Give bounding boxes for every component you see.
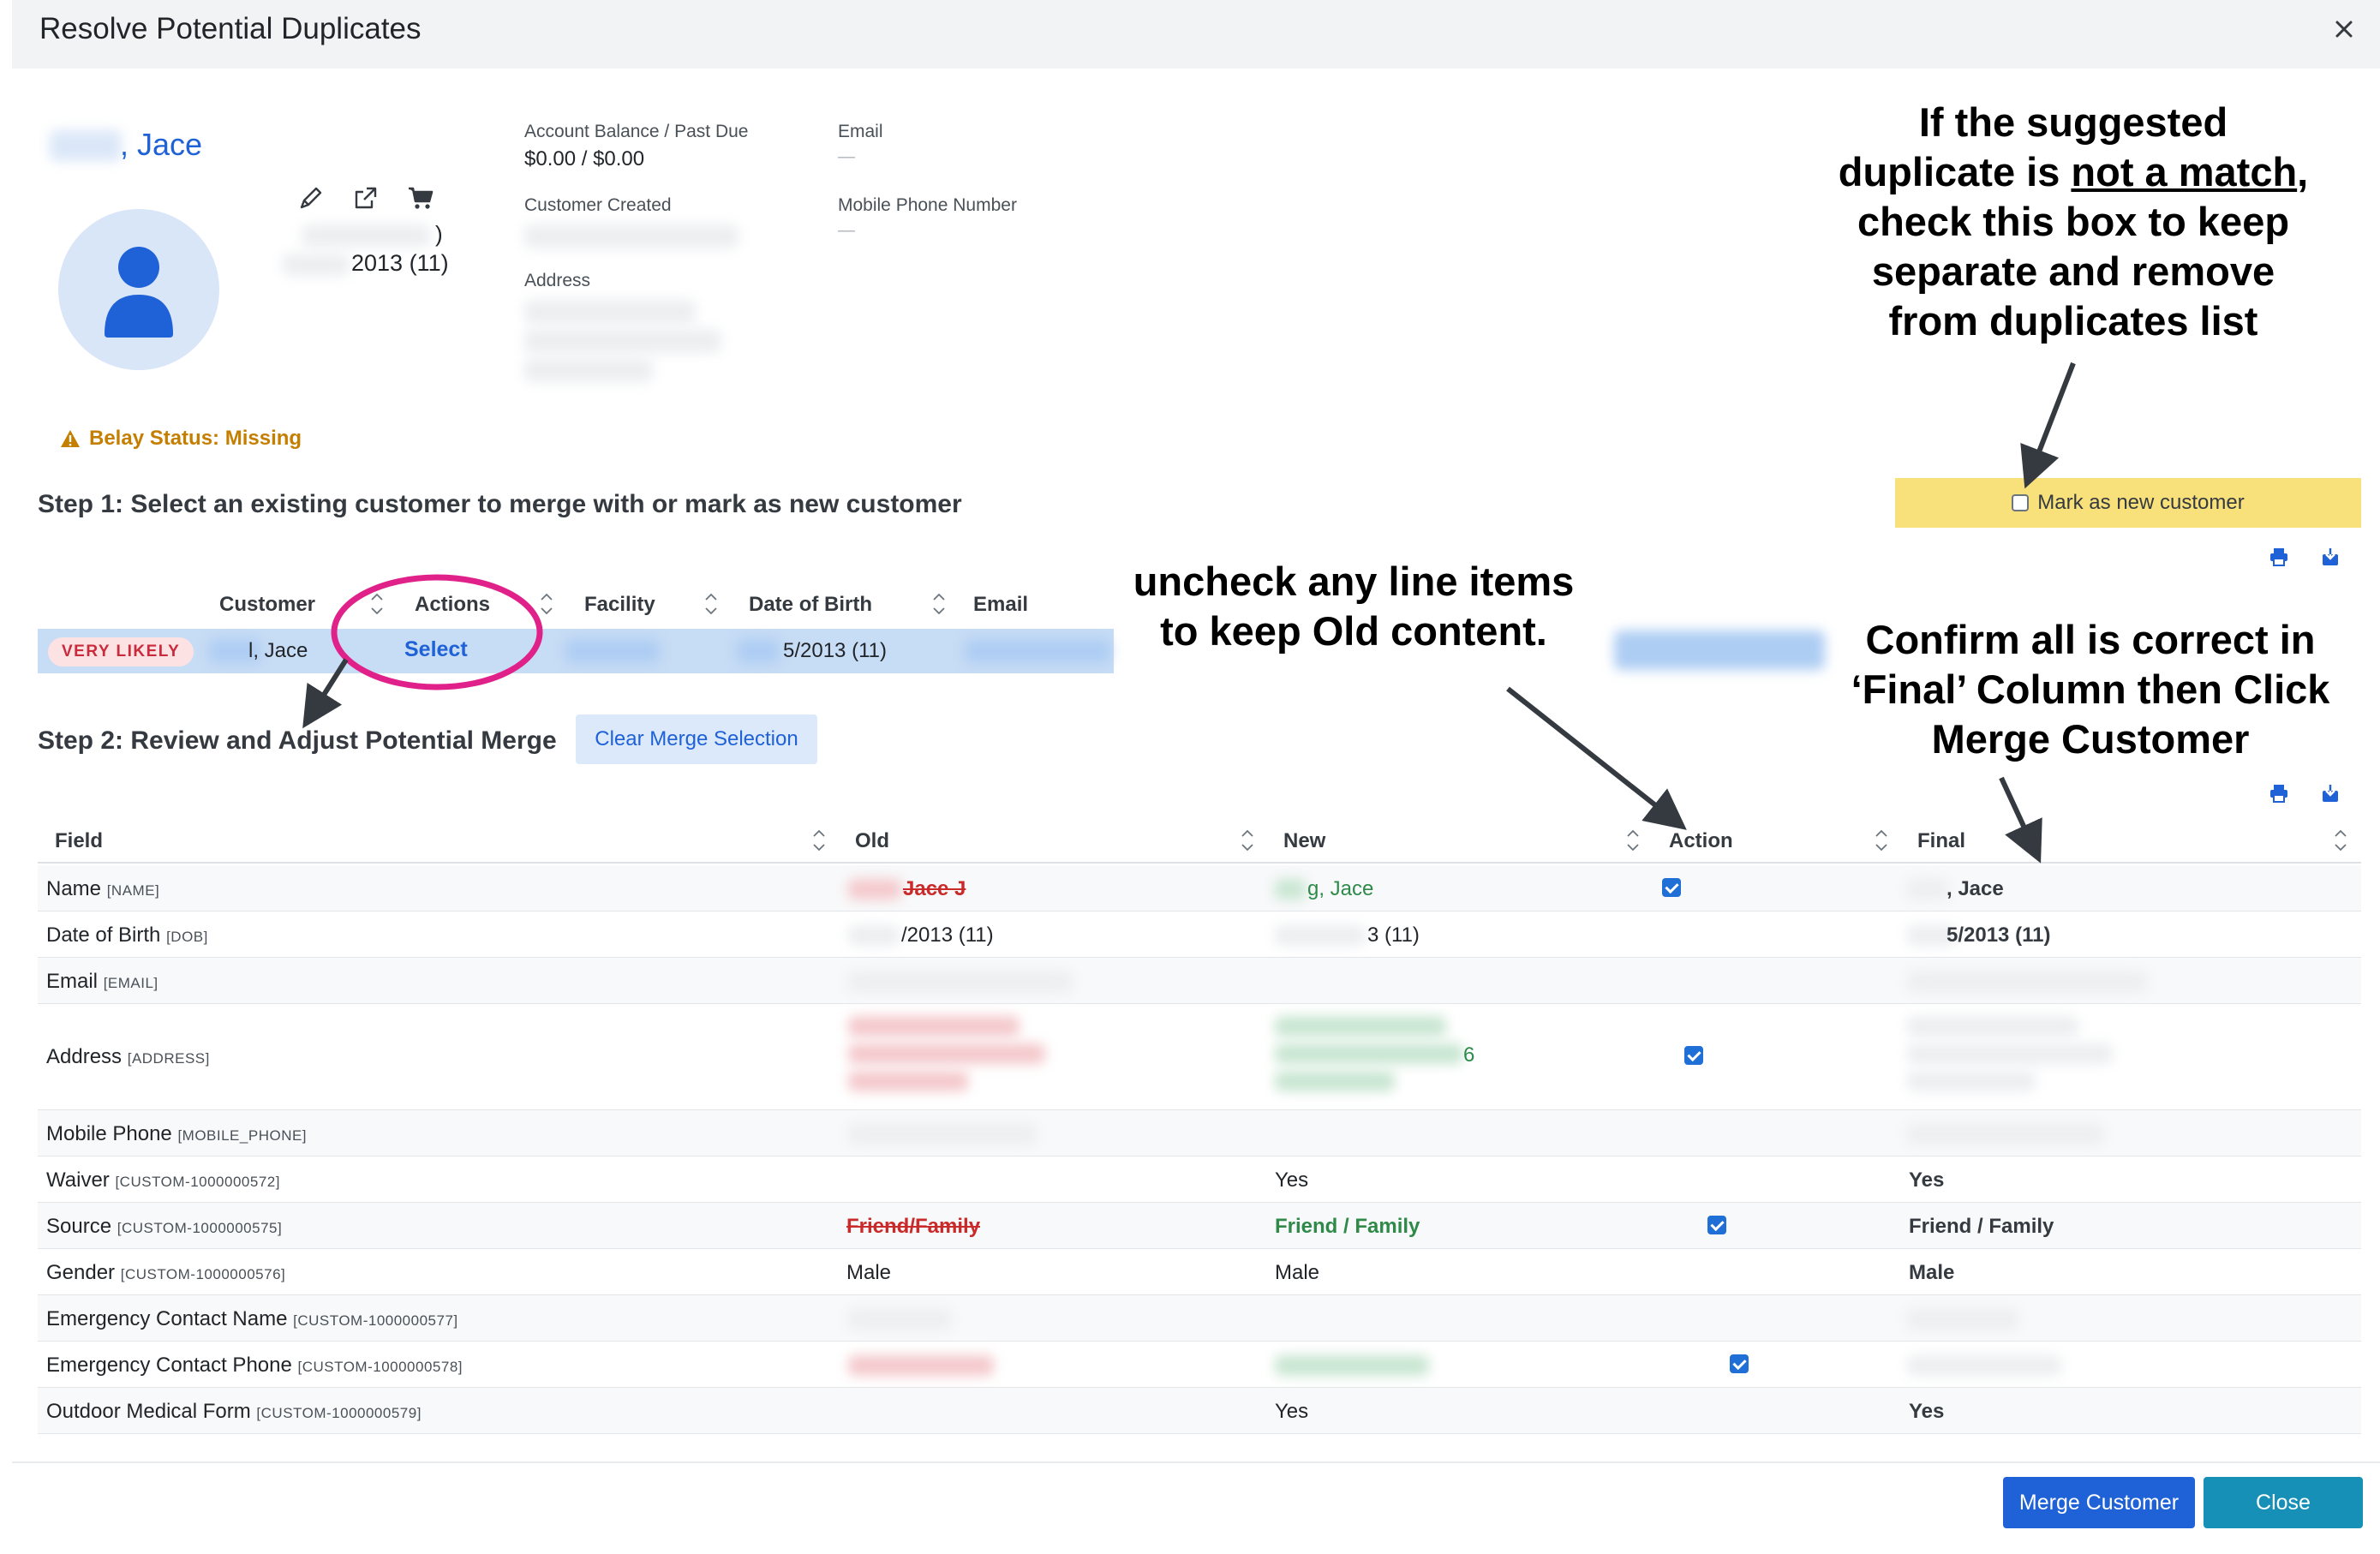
annotation-overlay bbox=[302, 362, 2076, 864]
arrow-icon bbox=[302, 658, 349, 729]
arrow-icon bbox=[1999, 776, 2042, 864]
highlight-circle bbox=[331, 574, 543, 690]
arrow-icon bbox=[1506, 686, 1687, 830]
arrow-icon bbox=[2020, 362, 2076, 489]
